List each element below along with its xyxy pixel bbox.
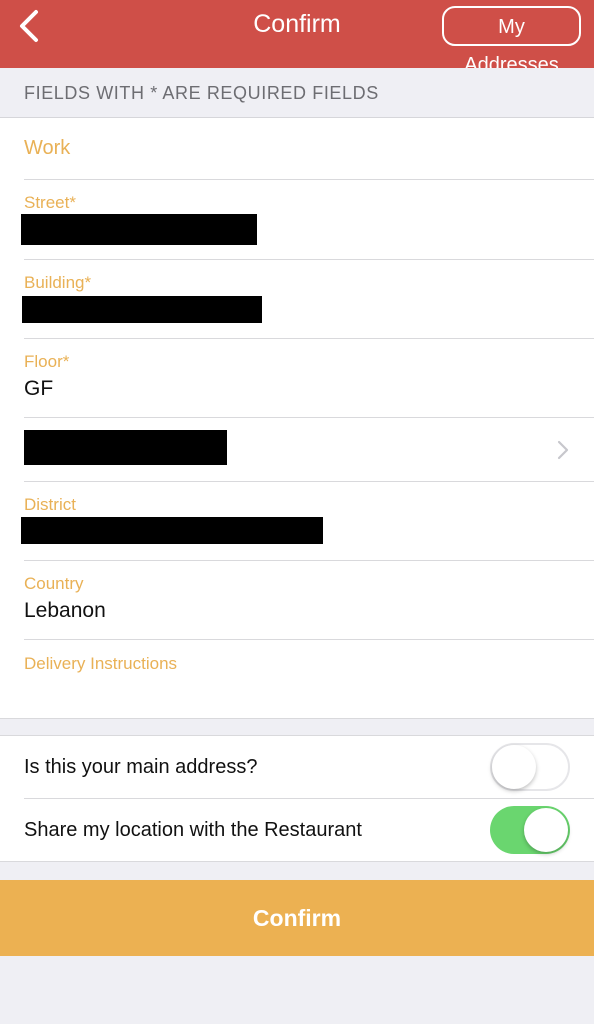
area-value-redacted (24, 430, 227, 465)
toggle-knob (524, 808, 568, 852)
floor-field[interactable]: Floor* GF (0, 339, 594, 418)
main-address-row: Is this your main address? (0, 736, 594, 799)
main-address-label: Is this your main address? (24, 756, 258, 778)
street-value-redacted (21, 214, 257, 245)
country-value: Lebanon (24, 599, 106, 622)
district-value-redacted (21, 517, 323, 544)
address-name-field[interactable]: Work (0, 118, 594, 180)
delivery-instructions-label: Delivery Instructions (24, 654, 178, 673)
address-name-value: Work (24, 137, 71, 159)
country-field[interactable]: Country Lebanon (0, 561, 594, 640)
delivery-instructions-field[interactable]: Delivery Instructions (0, 640, 594, 718)
district-label: District (24, 495, 76, 514)
share-location-label: Share my location with the Restaurant (24, 819, 362, 841)
confirm-button[interactable]: Confirm (0, 880, 594, 956)
chevron-right-icon (557, 440, 569, 460)
street-label: Street* (24, 193, 76, 212)
floor-value: GF (24, 377, 54, 400)
street-field[interactable]: Street* (0, 180, 594, 260)
building-label: Building* (24, 273, 92, 292)
main-address-toggle[interactable] (490, 743, 570, 791)
address-form: Work Street* Building* Floor* GF Distric… (0, 118, 594, 718)
area-selector[interactable] (0, 418, 594, 482)
floor-label: Floor* (24, 352, 70, 371)
building-value-redacted (22, 296, 262, 323)
share-location-row: Share my location with the Restaurant (0, 799, 594, 861)
building-field[interactable]: Building* (0, 260, 594, 339)
required-fields-text: FIELDS WITH * ARE REQUIRED FIELDS (24, 83, 379, 103)
section-gap (0, 718, 594, 736)
required-fields-header: FIELDS WITH * ARE REQUIRED FIELDS (0, 68, 594, 118)
share-location-toggle[interactable] (490, 806, 570, 854)
district-field[interactable]: District (0, 482, 594, 561)
toggle-section: Is this your main address? Share my loca… (0, 736, 594, 862)
my-addresses-button[interactable]: My Addresses (442, 6, 581, 76)
country-label: Country (24, 574, 84, 593)
navbar: Confirm My Addresses (0, 0, 594, 76)
toggle-knob (492, 745, 536, 789)
